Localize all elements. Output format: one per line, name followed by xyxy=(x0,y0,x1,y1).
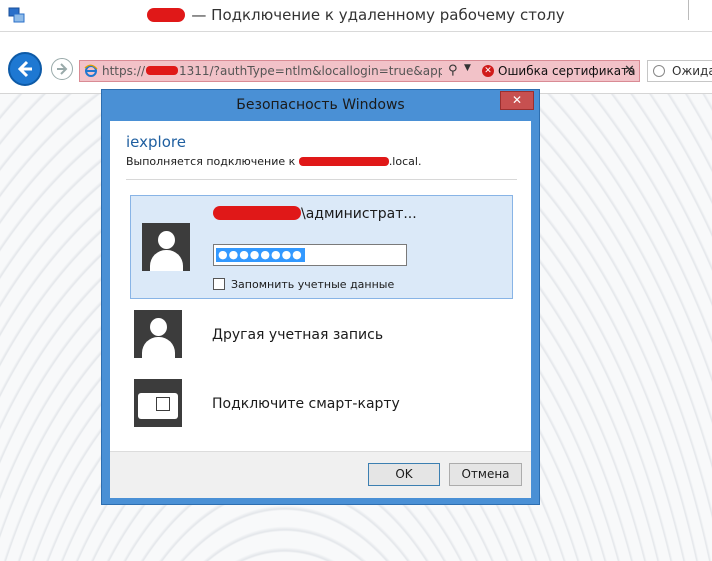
ie-logo-icon xyxy=(84,64,98,77)
dialog-body: iexplore Выполняется подключение к .loca… xyxy=(110,121,531,498)
back-button[interactable] xyxy=(8,52,42,86)
tab-label: Ожидан xyxy=(672,64,712,78)
certificate-error-icon[interactable]: ✕ xyxy=(482,65,494,77)
password-value: ●●●●●●●● xyxy=(216,248,305,262)
dialog-title: Безопасность Windows xyxy=(236,97,405,113)
remember-checkbox[interactable] xyxy=(213,278,225,290)
user-avatar-icon xyxy=(134,310,182,358)
remember-credentials[interactable]: Запомнить учетные данные xyxy=(213,278,394,291)
address-bar[interactable]: https://1311/?authType=ntlm&locallogin=t… xyxy=(79,60,640,82)
chevron-down-icon[interactable]: ▼ xyxy=(464,63,471,73)
remember-label: Запомнить учетные данные xyxy=(231,278,395,291)
redaction-mark xyxy=(213,206,301,220)
browser-toolbar: https://1311/?authType=ntlm&locallogin=t… xyxy=(0,32,712,94)
rdp-titlebar: — Подключение к удаленному рабочему стол… xyxy=(0,0,712,32)
user-avatar-icon xyxy=(142,223,190,271)
dialog-titlebar[interactable]: Безопасность Windows ✕ xyxy=(102,90,539,121)
arrow-left-icon xyxy=(17,60,32,78)
close-icon: ✕ xyxy=(511,93,523,107)
credential-tile-selected[interactable]: \администрат... ●●●●●●●● Запомнить учетн… xyxy=(130,195,513,299)
other-account-option[interactable]: Другая учетная запись xyxy=(134,310,514,366)
dialog-footer: OK Отмена xyxy=(110,451,531,498)
other-account-label: Другая учетная запись xyxy=(212,327,384,343)
connecting-message: Выполняется подключение к .local. xyxy=(126,155,422,168)
certificate-error-label[interactable]: Ошибка сертификата xyxy=(498,64,635,78)
arrow-right-icon xyxy=(57,63,68,75)
smartcard-icon xyxy=(134,379,182,427)
close-icon[interactable]: ✕ xyxy=(624,63,635,78)
loading-icon xyxy=(653,65,665,77)
redaction-mark xyxy=(146,66,179,75)
smartcard-label: Подключите смарт-карту xyxy=(212,396,400,412)
redaction-mark xyxy=(298,157,389,166)
address-url[interactable]: https://1311/?authType=ntlm&locallogin=t… xyxy=(102,64,442,78)
browser-tab[interactable]: Ожидан xyxy=(647,60,712,82)
account-username: \администрат... xyxy=(213,206,417,222)
redaction-mark xyxy=(147,8,186,22)
smartcard-option[interactable]: Подключите смарт-карту xyxy=(134,379,514,435)
password-field[interactable]: ●●●●●●●● xyxy=(213,244,407,266)
dialog-close-button[interactable]: ✕ xyxy=(500,91,534,110)
cancel-button[interactable]: Отмена xyxy=(449,463,522,486)
divider xyxy=(126,179,517,180)
forward-button[interactable] xyxy=(51,58,73,80)
app-name: iexplore xyxy=(126,133,186,151)
rdp-window-title: — Подключение к удаленному рабочему стол… xyxy=(0,6,712,24)
rdp-window-button[interactable] xyxy=(688,0,712,20)
search-icon[interactable]: ⚲ xyxy=(448,63,458,78)
ok-button[interactable]: OK xyxy=(368,463,440,486)
windows-security-dialog: Безопасность Windows ✕ iexplore Выполняе… xyxy=(101,89,540,505)
